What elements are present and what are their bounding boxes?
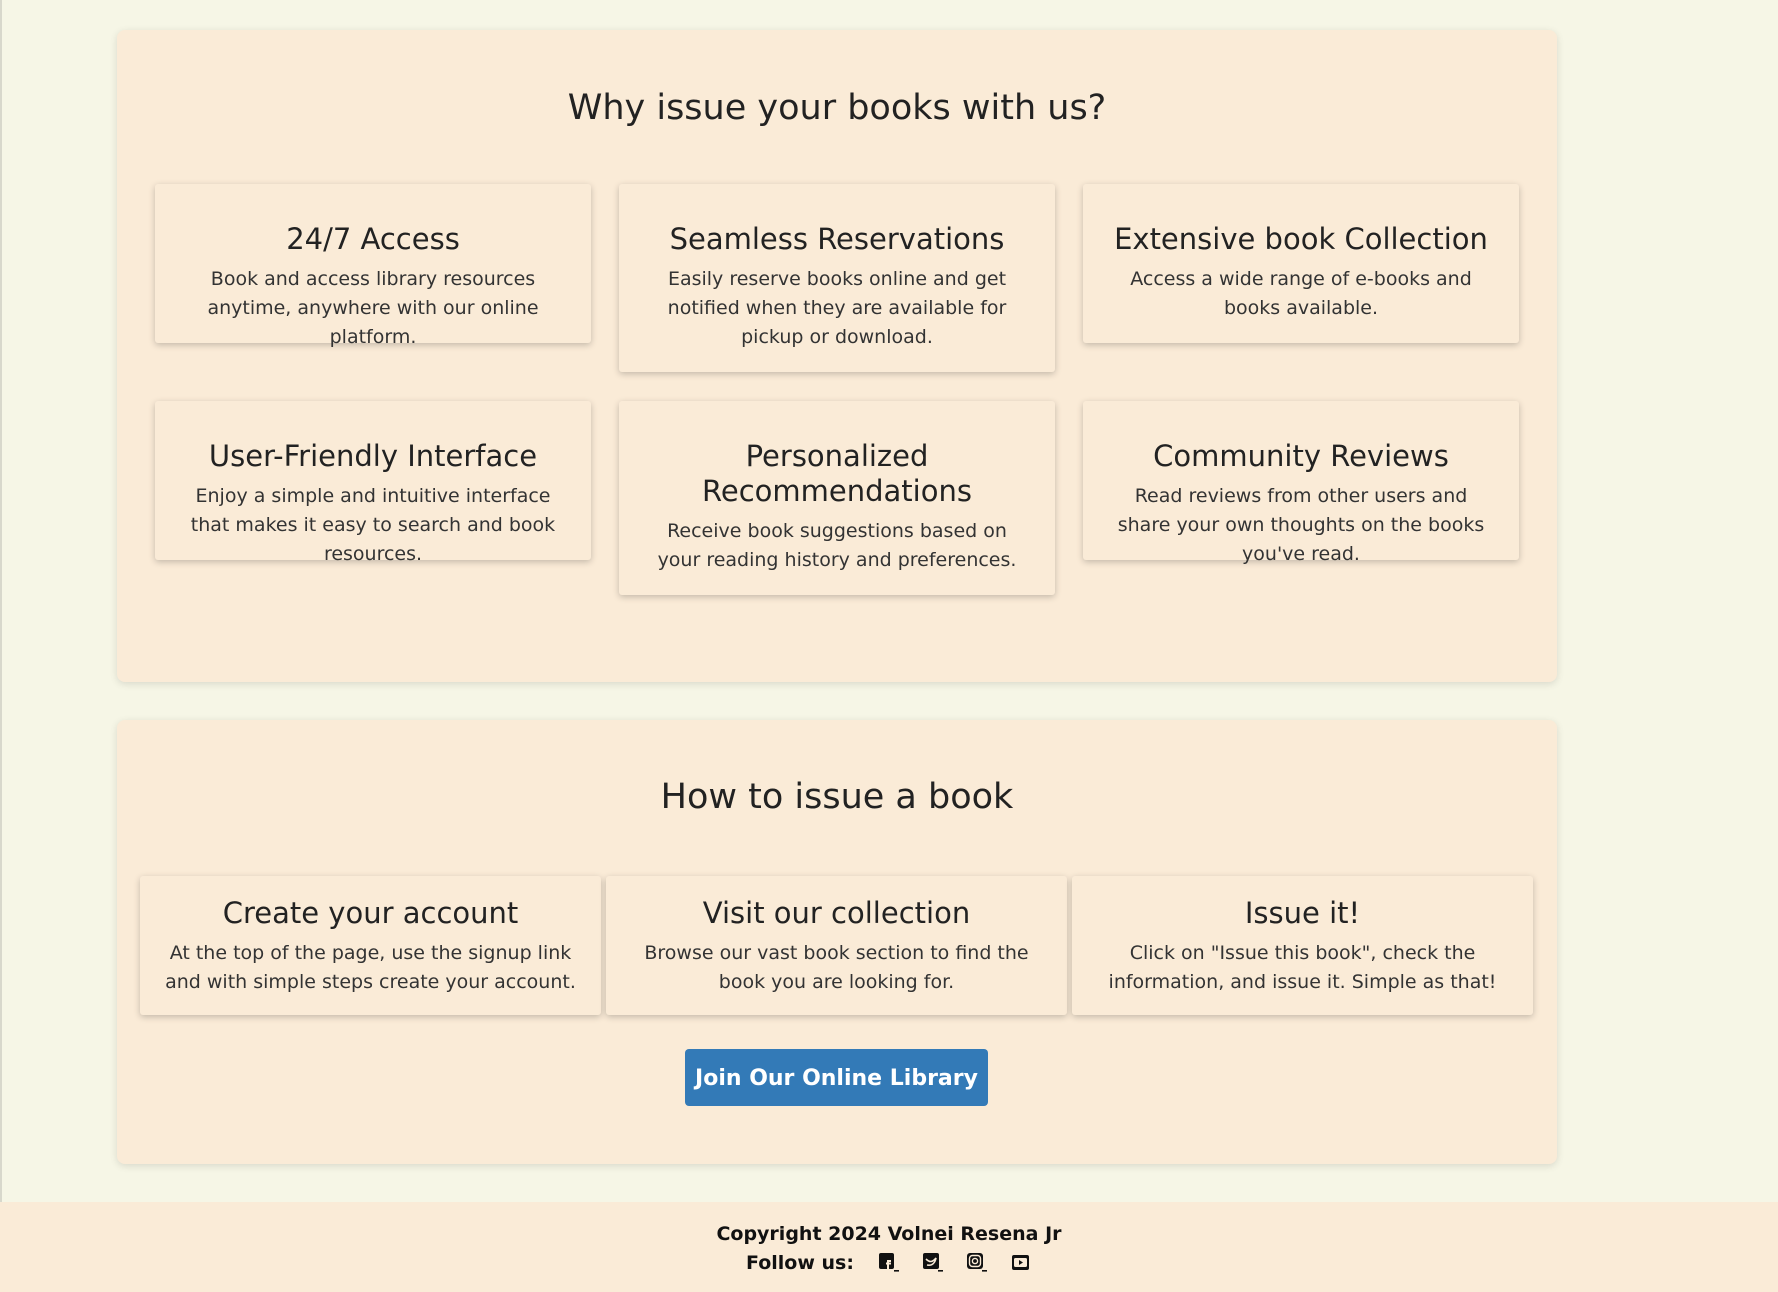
feature-title: Extensive book Collection [1114,222,1488,256]
feature-card-recommendations: Personalized Recommendations Receive boo… [619,401,1055,595]
copyright-text: Copyright 2024 Volnei Resena Jr [716,1223,1062,1245]
feature-text: Receive book suggestions based on your r… [657,520,1017,571]
feature-card-reservations: Seamless Reservations Easily reserve boo… [619,184,1055,372]
step-title: Create your account [222,896,519,930]
why-section-title: Why issue your books with us? [567,88,1107,128]
feature-card-interface: User-Friendly Interface Enjoy a simple a… [155,401,591,565]
feature-text: Book and access library resources anytim… [207,268,539,348]
step-card-create-account: Create your account At the top of the pa… [140,876,601,1015]
instagram-icon[interactable] [966,1252,988,1274]
feature-text: Access a wide range of e-books and books… [1130,268,1472,319]
twitter-icon[interactable] [922,1252,944,1274]
feature-title: User-Friendly Interface [208,439,538,473]
follow-us-label: Follow us: [746,1252,854,1274]
step-title: Visit our collection [702,896,971,930]
feature-card-access: 24/7 Access Book and access library reso… [155,184,591,348]
step-title: Issue it! [1244,896,1361,930]
follow-us-row: Follow us: [0,1252,1778,1274]
step-text: At the top of the page, use the signup l… [165,942,576,993]
feature-card-collection: Extensive book Collection Access a wide … [1083,184,1519,343]
feature-title: 24/7 Access [286,222,460,256]
feature-text: Easily reserve books online and get noti… [667,268,1007,348]
join-library-button[interactable]: Join Our Online Library [685,1049,988,1106]
step-text: Click on "Issue this book", check the in… [1108,942,1497,993]
youtube-icon[interactable] [1010,1252,1032,1274]
how-section-title: How to issue a book [660,777,1014,817]
step-card-issue-it: Issue it! Click on "Issue this book", ch… [1072,876,1533,1015]
why-section: Why issue your books with us? 24/7 Acces… [117,30,1557,682]
feature-title: Seamless Reservations [669,222,1005,256]
feature-text: Read reviews from other users and share … [1117,485,1485,565]
page-left-border [0,0,2,1292]
footer: Copyright 2024 Volnei Resena Jr Follow u… [0,1202,1778,1292]
feature-title: Personalized Recommendations [702,439,972,508]
facebook-icon[interactable] [878,1252,900,1274]
how-section: How to issue a book Create your account … [117,720,1557,1164]
feature-card-reviews: Community Reviews Read reviews from othe… [1083,401,1519,565]
step-text: Browse our vast book section to find the… [644,942,1029,993]
step-card-visit-collection: Visit our collection Browse our vast boo… [606,876,1067,1015]
feature-title: Community Reviews [1153,439,1449,473]
feature-text: Enjoy a simple and intuitive interface t… [190,485,556,565]
